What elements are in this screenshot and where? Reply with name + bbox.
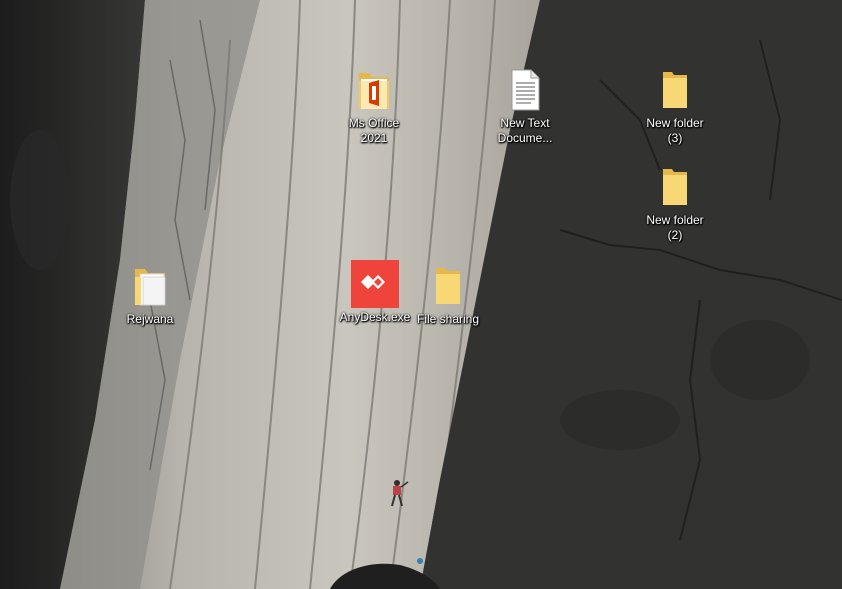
desktop-icon-ms-office[interactable]: Ms Office 2021	[336, 66, 412, 146]
folder-icon	[651, 66, 699, 114]
desktop-icon-anydesk[interactable]: AnyDesk.exe	[337, 260, 413, 325]
folder-with-documents-icon	[126, 262, 174, 310]
icon-label: Ms Office 2021	[348, 116, 400, 145]
folder-icon	[651, 163, 699, 211]
icon-label: New folder (3)	[646, 116, 704, 145]
icon-label: AnyDesk.exe	[339, 310, 411, 324]
desktop-icon-new-folder-3[interactable]: New folder (3)	[637, 66, 713, 146]
desktop-icon-file-sharing[interactable]: File sharing	[410, 262, 486, 327]
icon-label: New Text Docume...	[497, 116, 553, 145]
desktop-icon-new-folder-2[interactable]: New folder (2)	[637, 163, 713, 243]
anydesk-icon	[351, 260, 399, 308]
office-folder-icon	[350, 66, 398, 114]
icon-label: Rejwana	[126, 312, 174, 326]
text-document-icon	[501, 66, 549, 114]
folder-icon	[424, 262, 472, 310]
desktop-icon-rejwana[interactable]: Rejwana	[112, 262, 188, 327]
desktop-icon-new-text-document[interactable]: New Text Docume...	[487, 66, 563, 146]
icon-label: New folder (2)	[646, 213, 704, 242]
icon-label: File sharing	[416, 312, 480, 326]
